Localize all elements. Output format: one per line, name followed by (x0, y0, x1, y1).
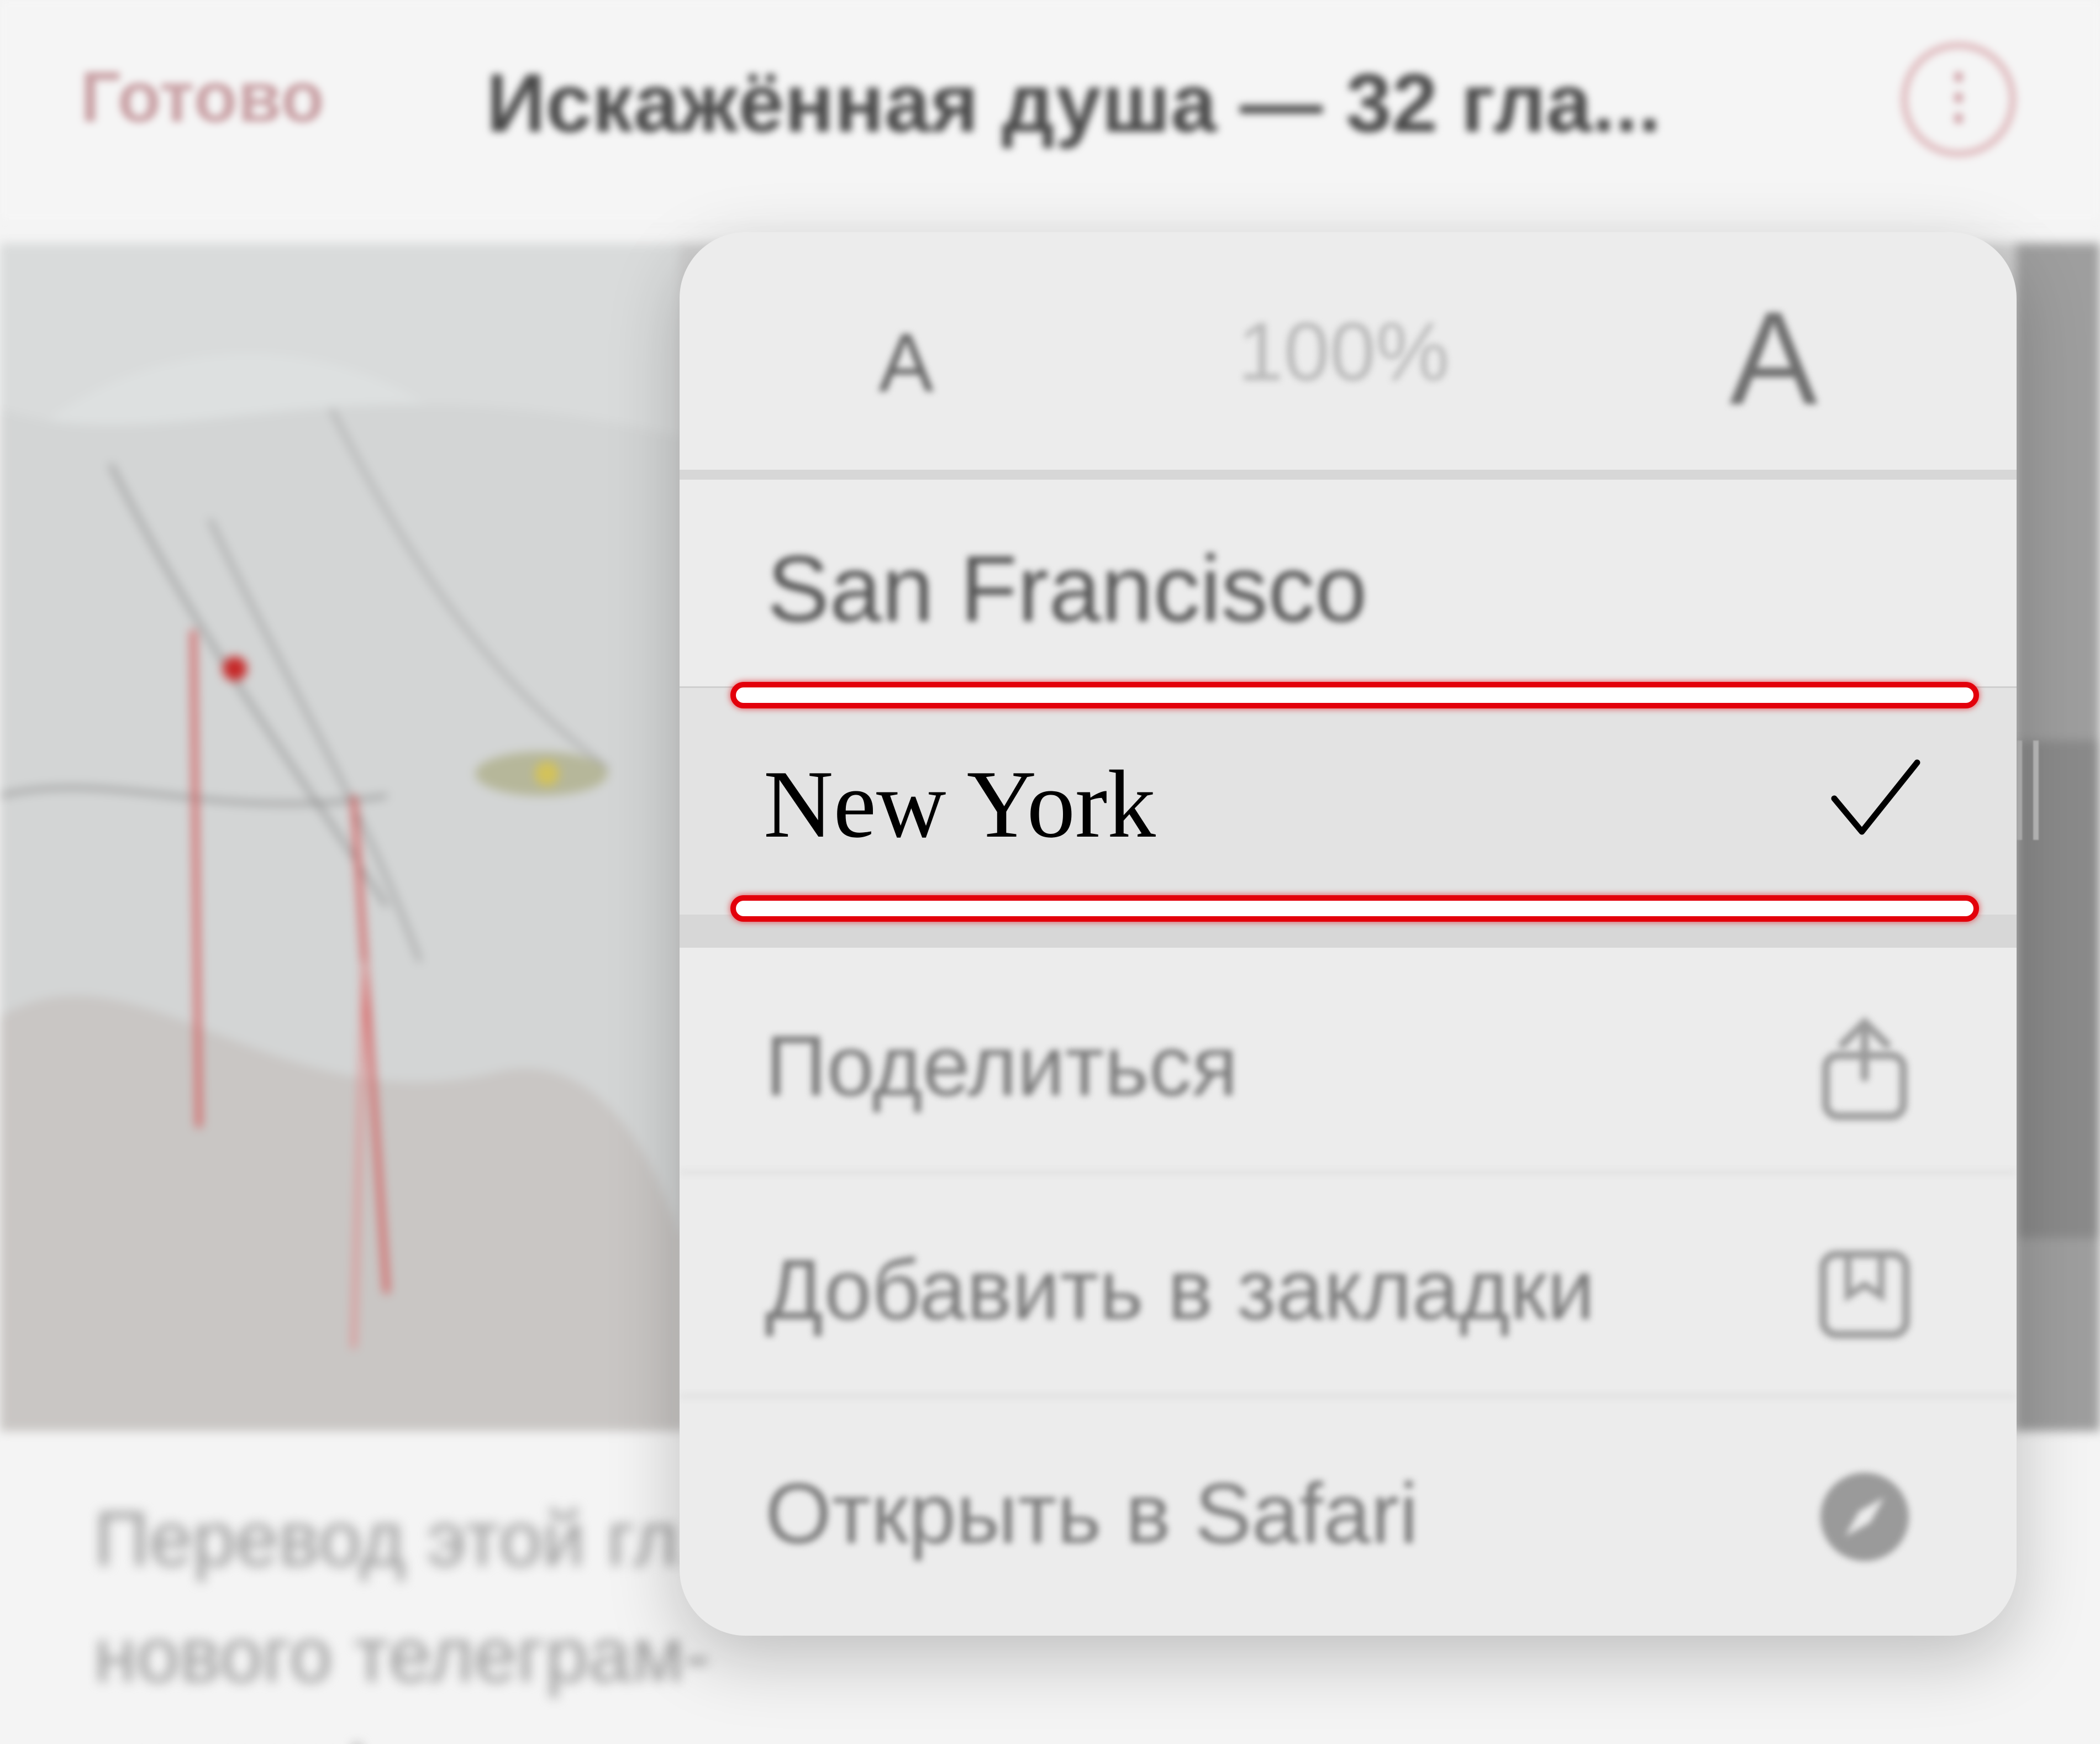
increase-font-button[interactable]: A (1729, 282, 1818, 434)
page-title: Искажённая душа — 32 гла... (486, 56, 1661, 149)
decrease-font-button[interactable]: A (878, 315, 934, 411)
menu-item-label: Добавить в закладки (765, 1242, 1595, 1337)
font-option-san-francisco[interactable]: San Francisco (680, 480, 2017, 687)
share-icon (1822, 1017, 1907, 1120)
font-option-label: San Francisco (767, 537, 1367, 642)
divider (680, 1395, 2017, 1397)
navigation-bar: Готово Искажённая душа — 32 гла... ⋮ (0, 0, 2100, 221)
bookmark-icon (1819, 1251, 1910, 1338)
done-button[interactable]: Готово (80, 55, 324, 138)
bookmark-menu-item[interactable]: Добавить в закладки (680, 1174, 2017, 1395)
reader-options-menu: A 100% A San Francisco New York Поделить… (680, 232, 2017, 1636)
open-in-safari-menu-item[interactable]: Открыть в Safari (680, 1398, 2017, 1619)
font-option-label: New York (764, 750, 1156, 858)
annotation-line-bottom (730, 895, 1979, 922)
menu-item-label: Открыть в Safari (765, 1465, 1419, 1561)
text-fragment (2017, 740, 2039, 840)
font-size-row: A 100% A (680, 232, 2017, 470)
annotation-line-top (730, 682, 1979, 708)
zoom-level: 100% (1238, 305, 1450, 398)
font-option-new-york[interactable]: New York (680, 688, 2017, 915)
menu-item-label: Поделиться (765, 1018, 1238, 1113)
screen: Готово Искажённая душа — 32 гла... ⋮ Пер… (0, 0, 2100, 1744)
divider (680, 1172, 2017, 1173)
share-menu-item[interactable]: Поделиться (680, 950, 2017, 1172)
compass-icon (1820, 1473, 1909, 1561)
divider (680, 470, 2017, 480)
more-options-icon[interactable]: ⋮ (1901, 41, 2017, 157)
checkmark-icon (1831, 759, 1920, 835)
